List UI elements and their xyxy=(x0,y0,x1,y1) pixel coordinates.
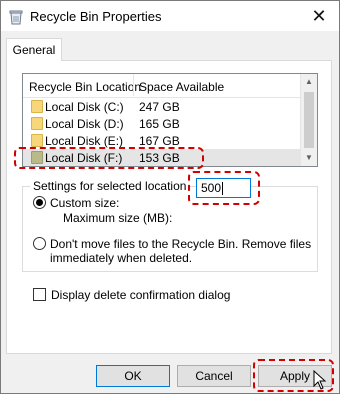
max-size-label: Maximum size (MB): xyxy=(63,211,173,225)
tab-general[interactable]: General xyxy=(6,38,62,61)
location-name: Local Disk (C:) xyxy=(45,100,124,114)
window-title: Recycle Bin Properties xyxy=(30,9,162,24)
settings-legend: Settings for selected location xyxy=(30,179,190,193)
cancel-button[interactable]: Cancel xyxy=(177,365,251,387)
space-available: 247 GB xyxy=(139,100,180,114)
custom-size-label[interactable]: Custom size: xyxy=(50,196,119,210)
confirm-dialog-label[interactable]: Display delete confirmation dialog xyxy=(51,288,230,302)
custom-size-radio[interactable] xyxy=(33,196,46,209)
location-name: Local Disk (F:) xyxy=(45,151,123,165)
folder-icon xyxy=(31,151,43,164)
close-button[interactable]: ✕ xyxy=(299,1,339,31)
arrow-cursor-icon xyxy=(313,370,327,390)
list-item[interactable]: Local Disk (E:) 167 GB xyxy=(23,132,301,149)
ok-button[interactable]: OK xyxy=(96,365,170,387)
folder-icon xyxy=(31,117,43,130)
dont-move-radio[interactable] xyxy=(33,237,46,250)
list-header: Recycle Bin Location Space Available xyxy=(23,74,301,98)
vertical-scrollbar[interactable]: ▲ ▼ xyxy=(300,74,317,166)
list-item-selected[interactable]: Local Disk (F:) 153 GB xyxy=(23,149,301,166)
folder-icon xyxy=(31,134,43,147)
location-name: Local Disk (E:) xyxy=(45,134,124,148)
scroll-up-arrow-icon[interactable]: ▲ xyxy=(301,74,317,90)
column-header-space[interactable]: Space Available xyxy=(139,80,224,94)
column-header-location[interactable]: Recycle Bin Location xyxy=(29,80,141,94)
folder-icon xyxy=(31,100,43,113)
text-caret xyxy=(222,182,224,196)
max-size-value: 500 xyxy=(201,181,222,195)
close-icon: ✕ xyxy=(311,5,327,26)
confirm-dialog-checkbox[interactable] xyxy=(33,288,46,301)
scroll-thumb[interactable] xyxy=(304,92,314,148)
title-bar: Recycle Bin Properties ✕ xyxy=(1,1,339,31)
space-available: 153 GB xyxy=(139,151,180,165)
scroll-down-arrow-icon[interactable]: ▼ xyxy=(301,150,317,166)
column-separator[interactable] xyxy=(133,74,134,96)
list-item[interactable]: Local Disk (C:) 247 GB xyxy=(23,98,301,115)
list-item[interactable]: Local Disk (D:) 165 GB xyxy=(23,115,301,132)
recycle-bin-location-list[interactable]: Recycle Bin Location Space Available Loc… xyxy=(22,73,318,167)
space-available: 167 GB xyxy=(139,134,180,148)
recycle-bin-icon xyxy=(9,10,23,25)
space-available: 165 GB xyxy=(139,117,180,131)
location-name: Local Disk (D:) xyxy=(45,117,124,131)
max-size-input[interactable]: 500 xyxy=(196,178,251,198)
dont-move-label-line2[interactable]: immediately when deleted. xyxy=(50,251,192,265)
dont-move-label-line1[interactable]: Don't move files to the Recycle Bin. Rem… xyxy=(50,237,311,251)
radio-selected-dot xyxy=(36,199,43,206)
